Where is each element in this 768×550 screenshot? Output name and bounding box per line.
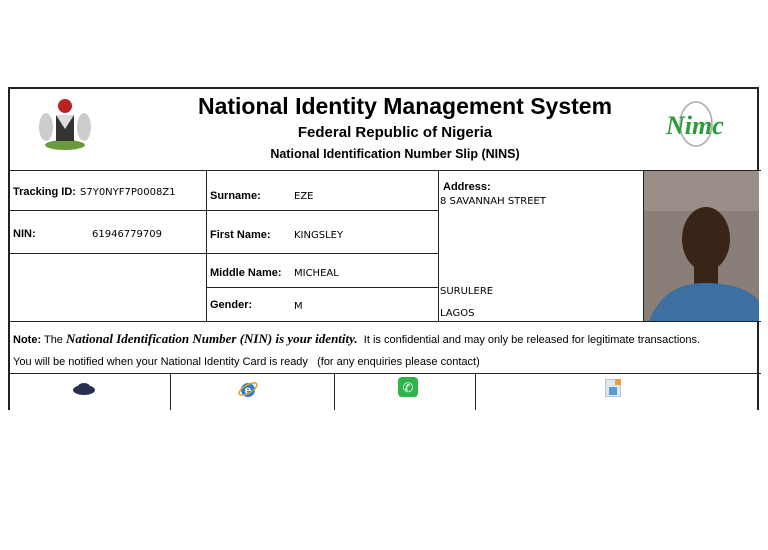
surname-label: Surname: xyxy=(210,190,261,202)
first-name-label: First Name: xyxy=(210,229,271,241)
nin-value: 61946779709 xyxy=(92,229,162,240)
address-line1: 8 SAVANNAH STREET xyxy=(440,196,546,207)
email-icon xyxy=(605,379,621,397)
internet-explorer-icon: e xyxy=(238,382,258,397)
address-icon xyxy=(73,383,95,395)
page-title: National Identity Management System xyxy=(197,93,613,119)
holder-photo xyxy=(644,171,759,321)
gender-label: Gender: xyxy=(210,299,253,311)
subtitle: Federal Republic of Nigeria xyxy=(297,124,493,141)
nins-slip: National Identity Management System Fede… xyxy=(8,87,761,423)
note-pre: The xyxy=(43,334,63,346)
tracking-id-label: Tracking ID: xyxy=(13,186,76,198)
note-post: It is confidential and may only be relea… xyxy=(363,334,701,346)
nin-label: NIN: xyxy=(13,228,36,240)
nimc-logo-text: Nimc xyxy=(666,111,724,140)
surname-value: EZE xyxy=(294,191,314,202)
phone-icon: ✆ xyxy=(398,377,418,397)
note-line: Note: The National Identification Number… xyxy=(13,331,700,347)
blank-area xyxy=(0,410,768,550)
note-emphasis: National Identification Number (NIN) is … xyxy=(66,331,358,346)
svg-text:✆: ✆ xyxy=(403,380,414,395)
note-label: Note: xyxy=(13,334,42,346)
address-line2: SURULERE xyxy=(440,286,494,297)
first-name-value: KINGSLEY xyxy=(294,230,344,241)
slip-title: National Identification Number Slip (NIN… xyxy=(270,147,520,161)
nimc-logo: Nimc xyxy=(664,99,734,149)
note-line2: You will be notified when your National … xyxy=(13,356,480,368)
gender-value: M xyxy=(294,301,303,312)
address-label: Address: xyxy=(443,181,491,193)
middle-name-label: Middle Name: xyxy=(210,267,282,279)
address-line3: LAGOS xyxy=(440,308,475,319)
tracking-id-value: S7Y0NYF7P0008Z1 xyxy=(80,187,176,198)
middle-name-value: MICHEAL xyxy=(294,268,339,279)
